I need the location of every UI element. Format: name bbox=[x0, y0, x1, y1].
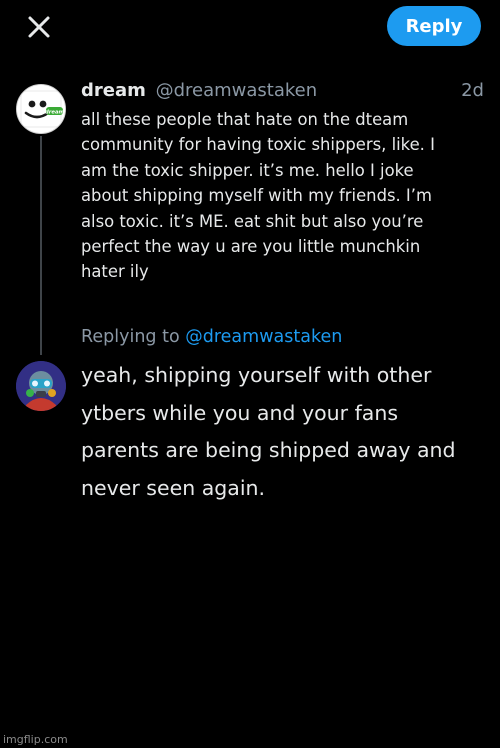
tweet-text: all these people that hate on the dteam … bbox=[81, 107, 491, 285]
reply-text-line: yeah, shipping yourself with other bbox=[81, 363, 432, 387]
compose-header: Reply bbox=[0, 0, 500, 56]
tweet-text-line: hater ily bbox=[81, 262, 149, 282]
user-handle[interactable]: @dreamwastaken bbox=[156, 80, 318, 101]
reply-button[interactable]: Reply bbox=[387, 6, 481, 46]
tweet-header: dream @dreamwastaken 2d bbox=[81, 80, 486, 106]
tweet-text-line: about shipping myself with my friends. I… bbox=[81, 186, 432, 206]
close-icon[interactable] bbox=[22, 10, 56, 44]
tweet-text-line: community for having toxic shippers, lik… bbox=[81, 135, 435, 155]
thread-line bbox=[40, 136, 42, 355]
replying-to-handle[interactable]: @dreamwastaken bbox=[185, 327, 342, 347]
reply-text-line: never seen again. bbox=[81, 475, 266, 500]
tweet-text-line: also toxic. it’s ME. eat shit but also y… bbox=[81, 211, 424, 231]
display-name[interactable]: dream bbox=[81, 80, 146, 101]
tweet-text-line: am the toxic shipper. it’s me. hello I j… bbox=[81, 160, 414, 180]
avatar-current-user[interactable] bbox=[16, 361, 66, 411]
reply-textarea[interactable]: yeah, shipping yourself with other ytber… bbox=[81, 357, 491, 507]
reply-text-line: parents are being shipped away and bbox=[81, 438, 456, 462]
avatar-logo-text: dream bbox=[45, 109, 65, 115]
replying-to-label: Replying to bbox=[81, 327, 180, 347]
watermark: imgflip.com bbox=[3, 733, 68, 746]
replying-to: Replying to @dreamwastaken bbox=[81, 327, 342, 347]
reply-text-line: ytbers while you and your fans bbox=[81, 400, 399, 425]
tweet-text-line: perfect the way u are you little munchki… bbox=[81, 237, 421, 257]
tweet-timestamp: 2d bbox=[461, 80, 484, 101]
avatar-dream[interactable]: dream bbox=[16, 84, 66, 134]
tweet-text-line: all these people that hate on the dteam bbox=[81, 110, 409, 129]
